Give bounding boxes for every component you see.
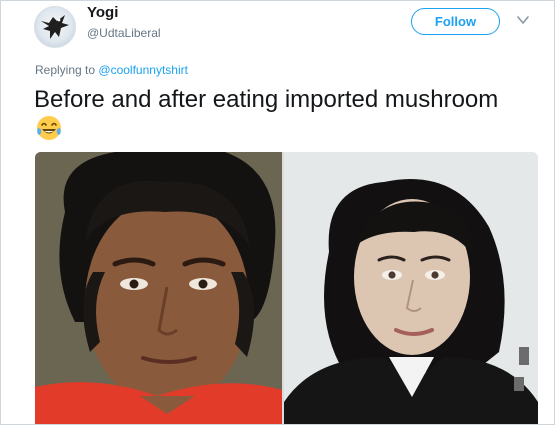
follow-button[interactable]: Follow: [411, 8, 500, 35]
user-handle[interactable]: @UdtaLiberal: [87, 26, 161, 40]
tweet-card: Yogi @UdtaLiberal Follow Replying to @co…: [0, 0, 555, 425]
face-with-tears-of-joy-icon: [37, 116, 61, 140]
tweet-text: Before and after eating imported mushroo…: [34, 86, 499, 113]
avatar[interactable]: [34, 6, 76, 48]
display-name[interactable]: Yogi: [87, 4, 118, 21]
eagle-avatar-icon: [41, 15, 69, 39]
tweet-media[interactable]: [35, 152, 538, 424]
reply-mention-link[interactable]: @coolfunnytshirt: [98, 63, 188, 77]
photo-before[interactable]: [35, 152, 282, 424]
reply-context: Replying to @coolfunnytshirt: [35, 63, 188, 77]
photo-after[interactable]: [284, 152, 538, 424]
reply-prefix: Replying to: [35, 63, 96, 77]
chevron-down-icon[interactable]: [516, 13, 530, 27]
